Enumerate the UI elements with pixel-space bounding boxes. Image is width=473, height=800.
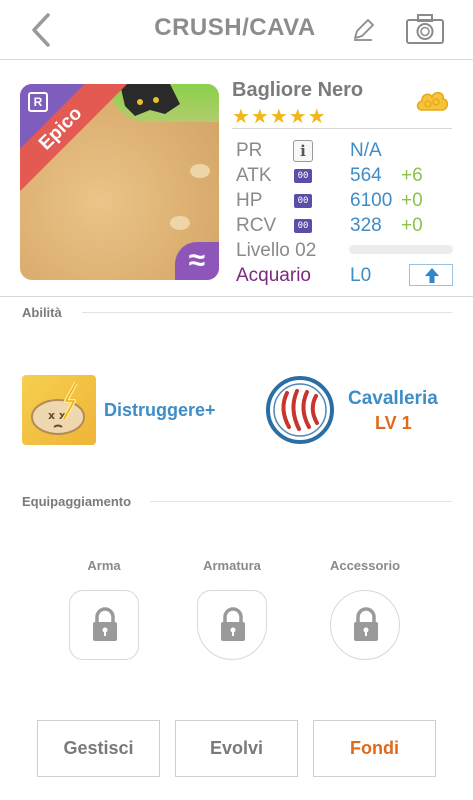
armor-slot-label: Armatura xyxy=(203,558,261,573)
leader-skill-level: LV 1 xyxy=(375,413,412,433)
hp-bonus: +0 xyxy=(401,190,423,211)
hp-value: 6100 xyxy=(350,190,393,211)
element-upgrade-button[interactable] xyxy=(409,264,453,286)
hp-plus-icon: 00 xyxy=(294,194,312,208)
lock-icon xyxy=(354,607,378,641)
section-divider xyxy=(0,296,473,297)
atk-label: ATK xyxy=(236,165,272,186)
accessory-slot[interactable] xyxy=(330,590,400,660)
info-icon[interactable]: i xyxy=(293,140,313,162)
equipment-section-label: Equipaggiamento xyxy=(22,494,132,509)
atk-plus-icon: 00 xyxy=(294,169,312,183)
level-label: Livello 02 xyxy=(236,240,317,261)
rcv-bonus: +0 xyxy=(401,215,423,236)
pr-label: PR xyxy=(236,140,263,161)
camera-button[interactable] xyxy=(405,13,445,45)
chevron-left-icon xyxy=(32,13,50,47)
section-line xyxy=(150,501,452,502)
pencil-icon xyxy=(354,19,374,41)
broken-rock-icon: x x xyxy=(31,382,85,435)
hp-label: HP xyxy=(236,190,263,211)
page-title: CRUSH/CAVA xyxy=(154,14,316,41)
level-progress-bar xyxy=(349,245,453,254)
atk-value: 564 xyxy=(350,165,382,186)
arrow-up-icon xyxy=(425,268,439,283)
top-bar: CRUSH/CAVA xyxy=(0,0,473,60)
claw-marks-icon xyxy=(266,376,334,444)
weapon-slot[interactable] xyxy=(69,590,139,660)
rcv-plus-icon: 00 xyxy=(294,219,312,233)
element-level: L0 xyxy=(350,265,372,286)
evolve-button[interactable]: Evolvi xyxy=(175,720,298,777)
abilities-section-label: Abilità xyxy=(22,305,62,320)
monster-portrait[interactable]: R Epico ≈ xyxy=(20,84,219,280)
creature-illustration xyxy=(120,84,180,116)
active-skill-name[interactable]: Distruggere+ xyxy=(104,400,216,421)
leader-skill-icon[interactable] xyxy=(265,375,335,445)
weapon-slot-label: Arma xyxy=(87,558,121,573)
back-button[interactable] xyxy=(26,10,56,50)
svg-text:x x: x x xyxy=(48,409,66,422)
rcv-label: RCV xyxy=(236,215,277,236)
element-name: Acquario xyxy=(236,265,311,286)
section-line xyxy=(82,312,452,313)
stat-row-hp: HP 00 6100 +0 xyxy=(236,190,456,214)
info-divider xyxy=(232,128,452,129)
fuse-button[interactable]: Fondi xyxy=(313,720,436,777)
monster-name: Bagliore Nero xyxy=(232,79,364,101)
leader-skill-name[interactable]: Cavalleria xyxy=(348,388,438,410)
edit-button[interactable] xyxy=(350,17,376,43)
cloud-button[interactable] xyxy=(414,86,450,116)
atk-bonus: +6 xyxy=(401,165,423,186)
stat-row-atk: ATK 00 564 +6 xyxy=(236,165,456,189)
cloud-icon xyxy=(416,91,449,111)
armor-slot[interactable] xyxy=(197,590,267,660)
star-rating: ★★★★★ xyxy=(232,106,327,128)
rarity-badge: R xyxy=(28,92,48,112)
footprint-decoration xyxy=(170,216,190,230)
rcv-value: 328 xyxy=(350,215,382,236)
manage-button[interactable]: Gestisci xyxy=(37,720,160,777)
lock-icon xyxy=(93,607,117,641)
active-skill-icon[interactable]: x x xyxy=(22,375,96,445)
accessory-slot-label: Accessorio xyxy=(329,558,401,573)
pr-value: N/A xyxy=(350,140,382,161)
lock-icon xyxy=(221,607,245,641)
stat-row-rcv: RCV 00 328 +0 xyxy=(236,215,456,239)
element-badge: ≈ xyxy=(175,242,219,280)
camera-icon xyxy=(406,14,444,44)
stat-row-pr: PR i N/A xyxy=(236,140,456,164)
footprint-decoration xyxy=(190,164,210,178)
